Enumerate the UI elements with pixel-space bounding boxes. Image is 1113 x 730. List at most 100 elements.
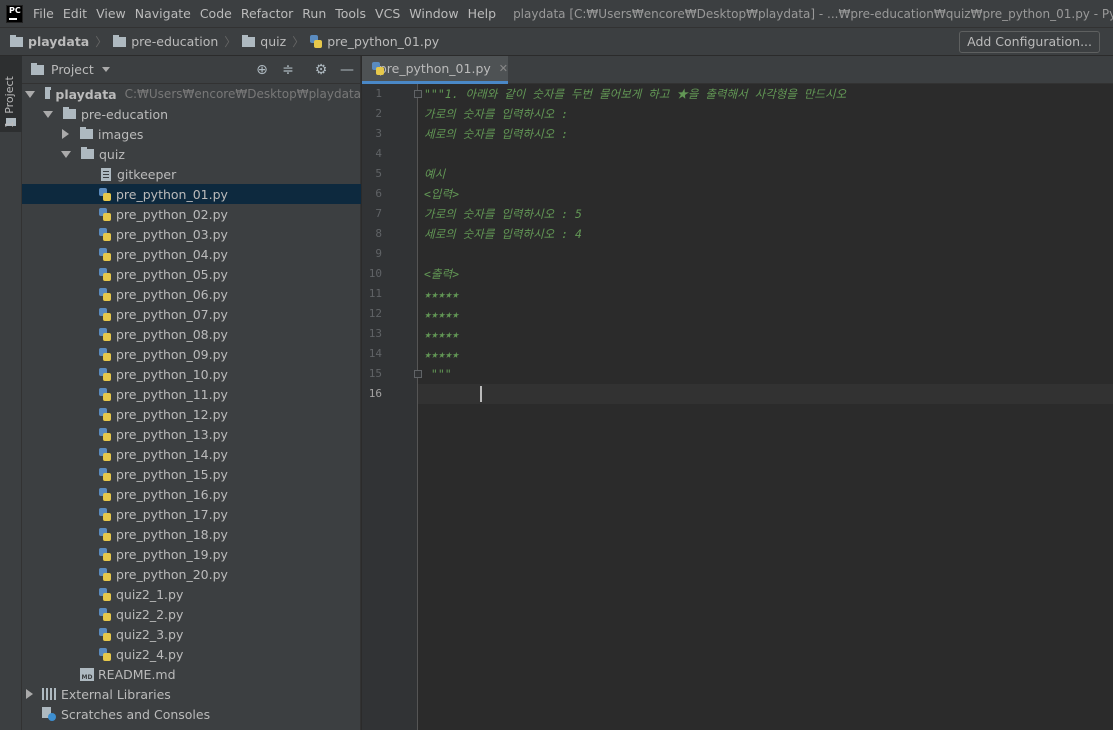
code-line[interactable]: 세로의 숫자를 입력하시오 : [418,124,1113,144]
tree-item-pre-python-11[interactable]: pre_python_11.py [22,384,361,404]
markdown-file-icon: MD [80,667,94,681]
code-line[interactable]: """1. 아래와 같이 숫자를 두번 물어보게 하고 ★을 출력해서 사각형을… [418,84,1113,104]
breadcrumb-item-quiz[interactable]: quiz 〉 [242,33,310,50]
close-icon[interactable]: ✕ [499,62,508,75]
code-line[interactable] [418,144,1113,164]
tree-item-quiz2-3[interactable]: quiz2_3.py [22,624,361,644]
tree-item-pre-python-14[interactable]: pre_python_14.py [22,444,361,464]
tree-item-external-libraries[interactable]: External Libraries [22,684,361,704]
tree-item-images[interactable]: images [22,124,361,144]
code-line[interactable]: <출력> [418,264,1113,284]
tree-item-pre-python-08[interactable]: pre_python_08.py [22,324,361,344]
folder-icon [10,34,23,47]
menu-vcs[interactable]: VCS [375,6,400,21]
window-title: playdata [C:₩Users₩encore₩Desktop₩playda… [513,6,1113,21]
chevron-down-icon[interactable] [101,67,110,72]
tab-pre-python-01[interactable]: pre_python_01.py ✕ [362,56,508,84]
tree-item-pre-python-12[interactable]: pre_python_12.py [22,404,361,424]
code-line-current[interactable] [418,384,1113,404]
menu-navigate[interactable]: Navigate [135,6,191,21]
python-file-icon [99,627,111,641]
menu-run[interactable]: Run [302,6,326,21]
tree-item-pre-python-05[interactable]: pre_python_05.py [22,264,361,284]
menu-code[interactable]: Code [200,6,232,21]
tree-item-scratches[interactable]: Scratches and Consoles [22,704,361,724]
breadcrumb-item-pre-education[interactable]: pre-education 〉 [113,33,242,50]
collapse-arrow-icon[interactable] [26,689,33,699]
tree-item-pre-python-20[interactable]: pre_python_20.py [22,564,361,584]
code-line[interactable]: 세로의 숫자를 입력하시오 : 4 [418,224,1113,244]
python-file-icon [310,35,323,48]
locate-file-icon[interactable]: ⊕ [255,63,269,77]
tree-item-pre-python-17[interactable]: pre_python_17.py [22,504,361,524]
expand-arrow-icon[interactable] [25,90,35,98]
code-line[interactable]: 가로의 숫자를 입력하시오 : [418,104,1113,124]
code-line[interactable]: ★★★★★ [418,304,1113,324]
tree-item-quiz[interactable]: quiz [22,144,361,164]
breadcrumb-item-playdata[interactable]: playdata 〉 [10,33,113,50]
python-file-icon [99,587,111,601]
menu-refactor[interactable]: Refactor [241,6,293,21]
tree-item-playdata[interactable]: playdata C:₩Users₩encore₩Desktop₩playdat… [22,84,361,104]
python-file-icon [99,347,111,361]
breadcrumb: playdata 〉 pre-education 〉 quiz 〉 pre_py… [0,28,1113,56]
code-line[interactable]: 예시 [418,164,1113,184]
code-line[interactable]: ★★★★★ [418,284,1113,304]
code-area[interactable]: """1. 아래와 같이 숫자를 두번 물어보게 하고 ★을 출력해서 사각형을… [418,84,1113,730]
menu-help[interactable]: Help [468,6,497,21]
code-line[interactable]: 가로의 숫자를 입력하시오 : 5 [418,204,1113,224]
tree-item-pre-python-16[interactable]: pre_python_16.py [22,484,361,504]
expand-arrow-icon[interactable] [61,150,71,158]
python-file-icon [99,307,111,321]
minimize-icon[interactable]: — [340,63,354,77]
python-file-icon [99,507,111,521]
tree-item-pre-python-03[interactable]: pre_python_03.py [22,224,361,244]
tree-item-pre-python-10[interactable]: pre_python_10.py [22,364,361,384]
code-line[interactable]: ★★★★★ [418,324,1113,344]
code-line[interactable]: """ [418,364,1113,384]
project-view-selector[interactable]: Project [51,62,94,77]
code-line[interactable]: ★★★★★ [418,344,1113,364]
tree-item-pre-python-04[interactable]: pre_python_04.py [22,244,361,264]
menu-window[interactable]: Window [409,6,458,21]
tree-item-pre-python-06[interactable]: pre_python_06.py [22,284,361,304]
tree-item-pre-education[interactable]: pre-education [22,104,361,124]
project-panel-header: Project ⊕ ≑ ⚙ — [22,56,360,84]
menu-view[interactable]: View [96,6,126,21]
line-number: 6 [375,187,382,200]
tree-item-quiz2-1[interactable]: quiz2_1.py [22,584,361,604]
tree-item-pre-python-15[interactable]: pre_python_15.py [22,464,361,484]
python-file-icon [99,647,111,661]
text-file-icon [101,167,111,181]
gear-icon[interactable]: ⚙ [314,63,328,77]
line-number: 2 [375,107,382,120]
tree-item-pre-python-18[interactable]: pre_python_18.py [22,524,361,544]
menu-file[interactable]: File [33,6,54,21]
tree-item-pre-python-19[interactable]: pre_python_19.py [22,544,361,564]
code-line[interactable] [418,244,1113,264]
chevron-right-icon: 〉 [224,35,237,49]
python-file-icon [99,407,111,421]
editor-tab-bar: pre_python_01.py ✕ [362,56,1113,84]
python-file-icon [99,427,111,441]
add-configuration-button[interactable]: Add Configuration... [959,31,1100,53]
python-file-icon [372,62,384,75]
tree-item-pre-python-13[interactable]: pre_python_13.py [22,424,361,444]
collapse-arrow-icon[interactable] [62,129,69,139]
tree-item-pre-python-02[interactable]: pre_python_02.py [22,204,361,224]
tree-item-gitkeeper[interactable]: gitkeeper [22,164,361,184]
tree-item-pre-python-07[interactable]: pre_python_07.py [22,304,361,324]
breadcrumb-item-file[interactable]: pre_python_01.py [310,34,439,49]
python-file-icon [99,527,111,541]
tree-item-quiz2-2[interactable]: quiz2_2.py [22,604,361,624]
project-tool-tab[interactable]: 1: Project [0,56,22,132]
collapse-all-icon[interactable]: ≑ [281,63,295,77]
menu-edit[interactable]: Edit [63,6,87,21]
tree-item-pre-python-01[interactable]: pre_python_01.py [22,184,361,204]
expand-arrow-icon[interactable] [43,110,53,118]
code-line[interactable]: <입력> [418,184,1113,204]
tree-item-pre-python-09[interactable]: pre_python_09.py [22,344,361,364]
menu-tools[interactable]: Tools [335,6,366,21]
tree-item-readme[interactable]: MD README.md [22,664,361,684]
tree-item-quiz2-4[interactable]: quiz2_4.py [22,644,361,664]
